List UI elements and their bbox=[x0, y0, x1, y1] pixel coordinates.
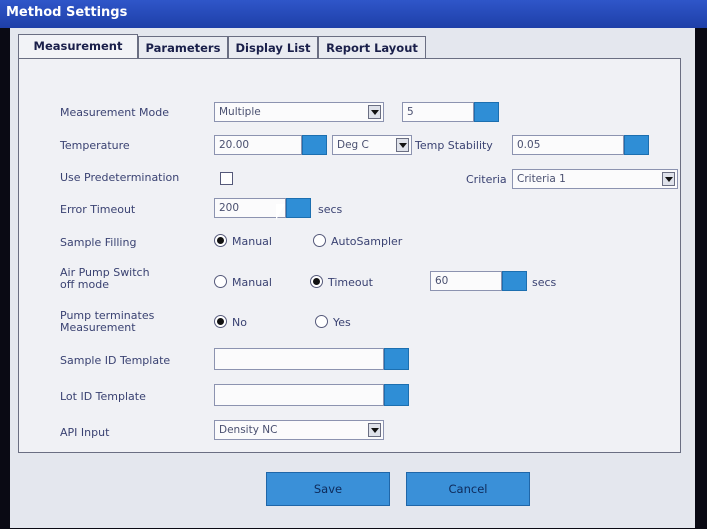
lot-id-template-field[interactable] bbox=[214, 384, 384, 406]
dropdown-arrow-icon[interactable] bbox=[368, 423, 381, 437]
tab-parameters[interactable]: Parameters bbox=[138, 36, 228, 58]
sample-id-template-keypad-button[interactable] bbox=[384, 348, 409, 370]
dropdown-arrow-icon[interactable] bbox=[396, 138, 409, 152]
error-timeout-label: Error Timeout bbox=[60, 203, 136, 216]
air-pump-manual-radio[interactable] bbox=[214, 275, 227, 288]
sample-filling-autosampler-radio[interactable] bbox=[313, 234, 326, 247]
criteria-label: Criteria bbox=[466, 173, 507, 186]
sample-id-template-label: Sample ID Template bbox=[60, 354, 171, 367]
air-pump-keypad-button[interactable] bbox=[502, 271, 527, 291]
temp-stability-keypad-button[interactable] bbox=[624, 135, 649, 155]
mouse-pointer-icon bbox=[276, 204, 285, 220]
sample-id-template-field[interactable] bbox=[214, 348, 384, 370]
dropdown-arrow-icon[interactable] bbox=[662, 172, 675, 186]
temp-stability-label: Temp Stability bbox=[415, 139, 493, 152]
measurement-mode-select[interactable]: Multiple bbox=[214, 102, 384, 122]
error-timeout-keypad-button[interactable] bbox=[286, 198, 311, 218]
pump-terminates-yes-label: Yes bbox=[333, 316, 351, 329]
sample-filling-manual-label: Manual bbox=[232, 235, 272, 248]
temp-stability-field[interactable]: 0.05 bbox=[512, 135, 624, 155]
air-pump-unit: secs bbox=[532, 276, 557, 289]
pump-terminates-yes-radio[interactable] bbox=[315, 315, 328, 328]
temperature-field[interactable]: 20.00 bbox=[214, 135, 302, 155]
measurement-count-field[interactable]: 5 bbox=[402, 102, 474, 122]
pump-terminates-no-radio[interactable] bbox=[214, 315, 227, 328]
tab-measurement[interactable]: Measurement bbox=[18, 34, 138, 58]
measurement-mode-label: Measurement Mode bbox=[60, 106, 169, 119]
air-pump-timeout-field[interactable]: 60 bbox=[430, 271, 502, 291]
air-pump-manual-label: Manual bbox=[232, 276, 272, 289]
pump-terminates-label-line2: Measurement bbox=[60, 321, 136, 334]
api-input-label: API Input bbox=[60, 426, 110, 439]
api-input-select[interactable]: Density NC bbox=[214, 420, 384, 440]
measurement-count-keypad-button[interactable] bbox=[474, 102, 499, 122]
pump-terminates-no-label: No bbox=[232, 316, 247, 329]
dropdown-arrow-icon[interactable] bbox=[368, 105, 381, 119]
sample-filling-label: Sample Filling bbox=[60, 236, 137, 249]
sample-filling-manual-radio[interactable] bbox=[214, 234, 227, 247]
temperature-unit-value: Deg C bbox=[337, 139, 369, 151]
api-input-value: Density NC bbox=[219, 424, 278, 436]
method-settings-window: Method Settings Measurement Parameters D… bbox=[0, 0, 707, 529]
temperature-label: Temperature bbox=[60, 139, 130, 152]
tab-report-layout[interactable]: Report Layout bbox=[318, 36, 426, 58]
air-pump-label-line2: off mode bbox=[60, 278, 110, 291]
criteria-select[interactable]: Criteria 1 bbox=[512, 169, 678, 189]
sample-filling-autosampler-label: AutoSampler bbox=[331, 235, 403, 248]
temperature-unit-select[interactable]: Deg C bbox=[332, 135, 412, 155]
air-pump-timeout-label: Timeout bbox=[328, 276, 373, 289]
measurement-mode-value: Multiple bbox=[219, 106, 261, 118]
predetermination-label: Use Predetermination bbox=[60, 171, 180, 184]
lot-id-template-label: Lot ID Template bbox=[60, 390, 146, 403]
window-title: Method Settings bbox=[0, 0, 707, 28]
error-timeout-unit: secs bbox=[318, 203, 343, 216]
criteria-value: Criteria 1 bbox=[517, 173, 566, 185]
lot-id-template-keypad-button[interactable] bbox=[384, 384, 409, 406]
temperature-keypad-button[interactable] bbox=[302, 135, 327, 155]
tab-display-list[interactable]: Display List bbox=[228, 36, 318, 58]
save-button[interactable]: Save bbox=[266, 472, 390, 506]
air-pump-timeout-radio[interactable] bbox=[310, 275, 323, 288]
cancel-button[interactable]: Cancel bbox=[406, 472, 530, 506]
predetermination-checkbox[interactable] bbox=[220, 172, 233, 185]
